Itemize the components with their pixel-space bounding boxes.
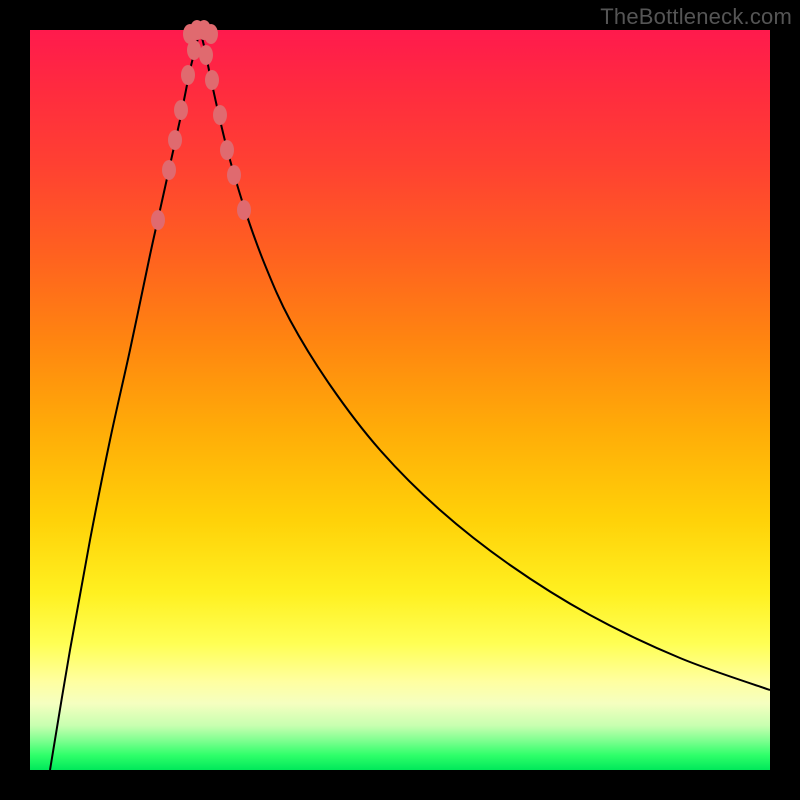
data-marker (151, 210, 165, 230)
plot-area (30, 30, 770, 770)
chart-frame: TheBottleneck.com (0, 0, 800, 800)
data-marker (213, 105, 227, 125)
watermark-text: TheBottleneck.com (600, 4, 792, 30)
data-marker (174, 100, 188, 120)
data-marker (168, 130, 182, 150)
curves-svg (30, 30, 770, 770)
marker-group (151, 20, 251, 230)
data-marker (199, 45, 213, 65)
data-marker (220, 140, 234, 160)
data-marker (181, 65, 195, 85)
data-marker (237, 200, 251, 220)
data-marker (204, 24, 218, 44)
data-marker (162, 160, 176, 180)
right-curve (200, 30, 770, 690)
data-marker (227, 165, 241, 185)
data-marker (205, 70, 219, 90)
